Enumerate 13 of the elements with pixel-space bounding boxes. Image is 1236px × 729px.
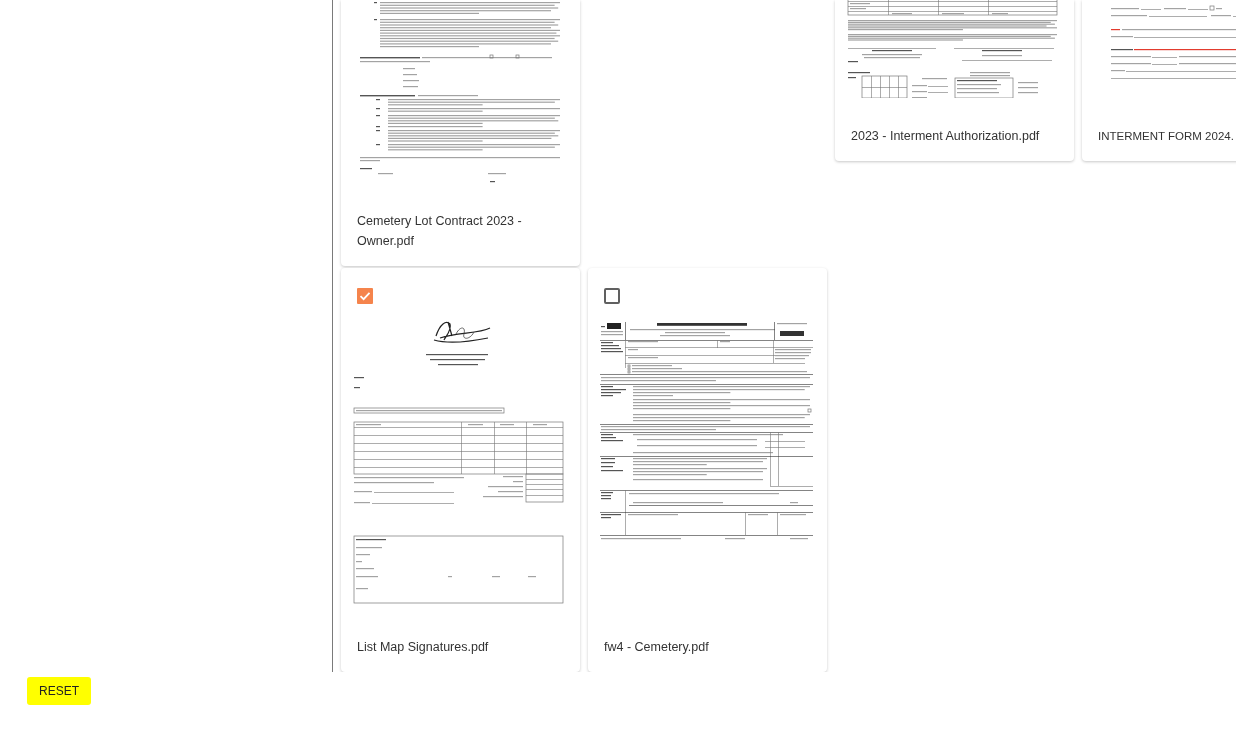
checkbox[interactable] [357, 288, 373, 304]
file-name: Cemetery Lot Contract 2023 - Owner.pdf [357, 214, 522, 248]
document-card[interactable]: INTERMENT FORM 2024. [1082, 0, 1236, 161]
file-name: INTERMENT FORM 2024. [1098, 130, 1234, 142]
file-name: List Map Signatures.pdf [357, 640, 489, 654]
checkbox[interactable] [604, 288, 620, 304]
document-card[interactable]: Cemetery Lot Contract 2023 - Owner.pdf [341, 0, 580, 266]
file-name: 2023 - Interment Authorization.pdf [851, 129, 1040, 143]
document-card[interactable]: 2023 - Interment Authorization.pdf [835, 0, 1074, 161]
document-card[interactable]: fw4 - Cemetery.pdf [588, 268, 827, 672]
file-name: fw4 - Cemetery.pdf [604, 640, 709, 654]
document-card[interactable]: List Map Signatures.pdf [341, 268, 580, 672]
reset-button[interactable]: RESET [27, 677, 91, 705]
